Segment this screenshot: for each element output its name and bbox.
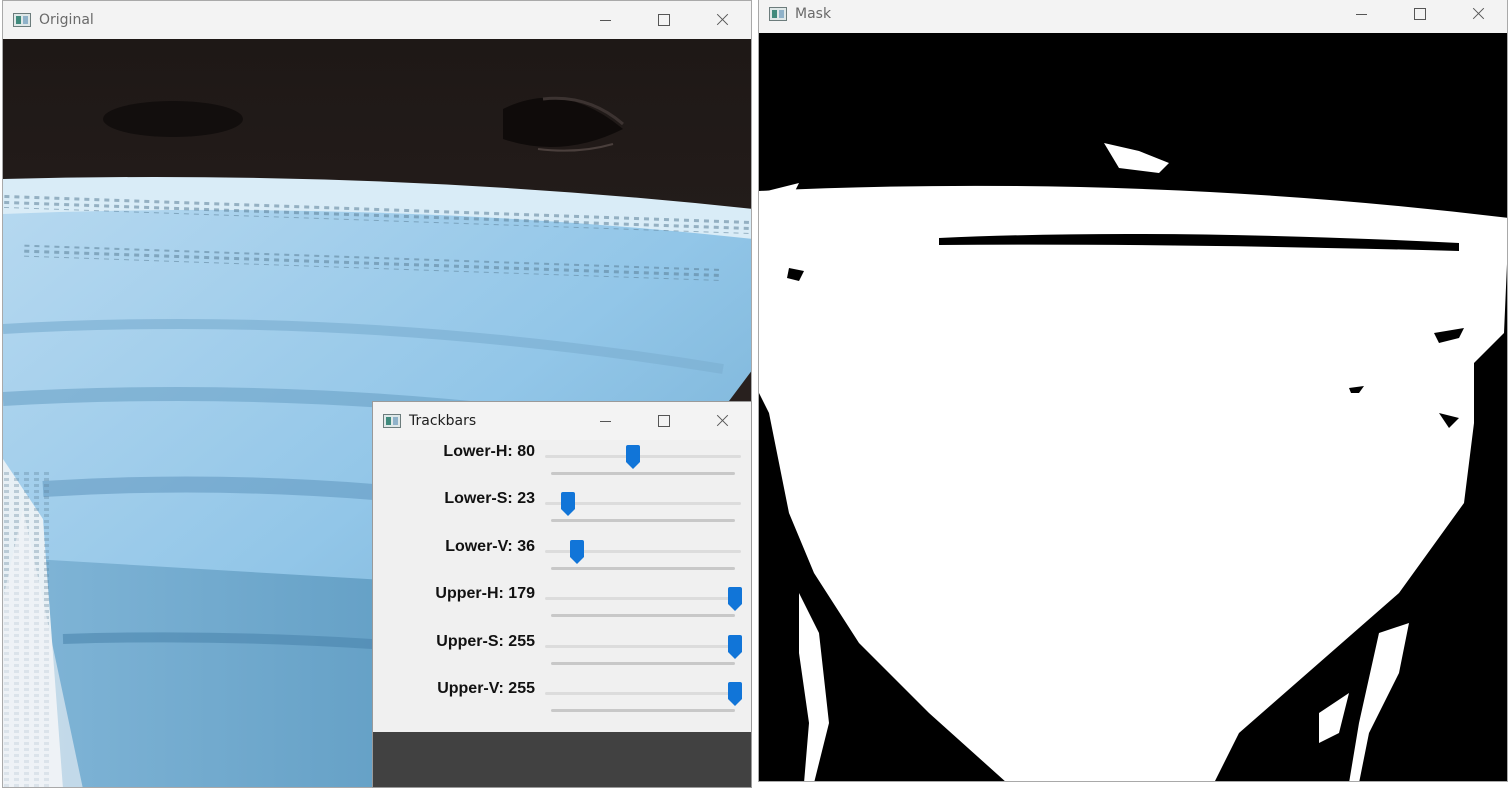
trackbar-lower-v: Lower-V: 36 xyxy=(373,535,751,582)
slider-thumb[interactable] xyxy=(728,682,742,706)
window-title: Original xyxy=(39,12,94,28)
trackbar-lower-s: Lower-S: 23 xyxy=(373,487,751,534)
trackbars-window[interactable]: Trackbars Lower-H: 80 Lower-S: 23 Lower-… xyxy=(372,401,752,788)
trackbar-label: Lower-H: 80 xyxy=(443,443,535,460)
app-icon xyxy=(13,13,31,27)
slider-thumb[interactable] xyxy=(626,445,641,469)
trackbars-empty-area xyxy=(373,732,751,787)
app-icon xyxy=(383,414,401,428)
slider-thumb[interactable] xyxy=(728,635,742,659)
trackbars-titlebar[interactable]: Trackbars xyxy=(373,402,751,440)
trackbar-upper-v: Upper-V: 255 xyxy=(373,677,751,724)
slider-track[interactable] xyxy=(545,692,741,695)
trackbar-label: Lower-S: 23 xyxy=(444,490,535,507)
slider-tick-bar xyxy=(551,472,735,475)
window-title: Mask xyxy=(795,6,832,22)
trackbar-label: Upper-H: 179 xyxy=(435,585,535,602)
slider-tick-bar xyxy=(551,709,735,712)
maximize-button[interactable] xyxy=(635,402,693,440)
slider-tick-bar xyxy=(551,519,735,522)
minimize-button[interactable] xyxy=(577,1,635,39)
trackbar-label: Lower-V: 36 xyxy=(445,538,535,555)
minimize-button[interactable] xyxy=(577,402,635,440)
slider-track[interactable] xyxy=(545,645,741,648)
app-icon xyxy=(769,7,787,21)
slider-thumb[interactable] xyxy=(569,540,584,564)
close-button[interactable] xyxy=(1449,0,1507,33)
trackbar-upper-h: Upper-H: 179 xyxy=(373,582,751,629)
original-titlebar[interactable]: Original xyxy=(3,1,751,39)
mask-window[interactable]: Mask xyxy=(758,0,1508,782)
trackbar-upper-s: Upper-S: 255 xyxy=(373,630,751,677)
mask-image xyxy=(759,33,1507,781)
trackbar-label: Upper-S: 255 xyxy=(436,633,535,650)
mask-titlebar[interactable]: Mask xyxy=(759,0,1507,33)
slider-tick-bar xyxy=(551,567,735,570)
slider-tick-bar xyxy=(551,614,735,617)
minimize-button[interactable] xyxy=(1333,0,1391,33)
maximize-button[interactable] xyxy=(1391,0,1449,33)
close-button[interactable] xyxy=(693,1,751,39)
slider-track[interactable] xyxy=(545,597,741,600)
close-button[interactable] xyxy=(693,402,751,440)
slider-thumb[interactable] xyxy=(560,492,575,516)
window-title: Trackbars xyxy=(409,413,477,429)
trackbar-label: Upper-V: 255 xyxy=(437,680,535,697)
maximize-button[interactable] xyxy=(635,1,693,39)
trackbar-lower-h: Lower-H: 80 xyxy=(373,440,751,487)
slider-tick-bar xyxy=(551,662,735,665)
trackbar-list: Lower-H: 80 Lower-S: 23 Lower-V: 36 Uppe… xyxy=(373,440,751,732)
slider-thumb[interactable] xyxy=(728,587,742,611)
slider-track[interactable] xyxy=(545,455,741,458)
